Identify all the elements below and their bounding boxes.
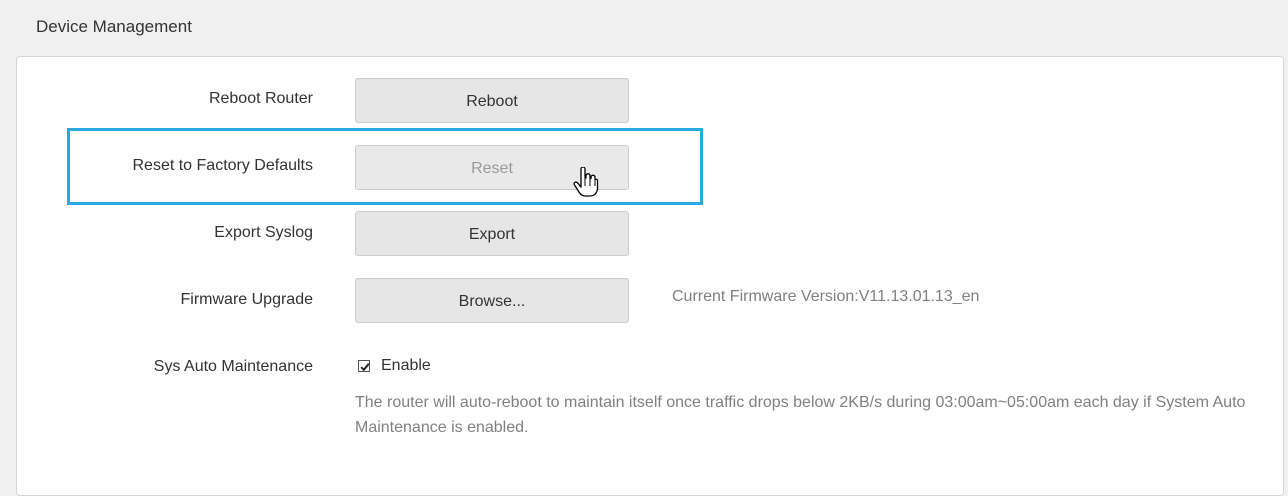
section-title: Device Management — [36, 17, 192, 36]
enable-checkbox-label[interactable]: Enable — [381, 357, 431, 375]
firmware-version-text: Current Firmware Version:V11.13.01.13_en — [672, 288, 980, 305]
enable-checkbox[interactable] — [358, 360, 370, 372]
browse-button[interactable]: Browse... — [355, 278, 629, 323]
reboot-button[interactable]: Reboot — [355, 78, 629, 123]
reboot-router-label: Reboot Router — [208, 90, 313, 107]
export-button[interactable]: Export — [355, 211, 629, 256]
sys-auto-maintenance-label: Sys Auto Maintenance — [153, 358, 313, 375]
export-syslog-label: Export Syslog — [214, 224, 313, 241]
maintenance-description: The router will auto-reboot to maintain … — [355, 394, 1246, 436]
checkmark-icon — [360, 363, 370, 372]
reset-highlight-box — [67, 128, 703, 205]
firmware-upgrade-label: Firmware Upgrade — [180, 291, 313, 308]
hand-pointer-icon — [573, 166, 599, 197]
